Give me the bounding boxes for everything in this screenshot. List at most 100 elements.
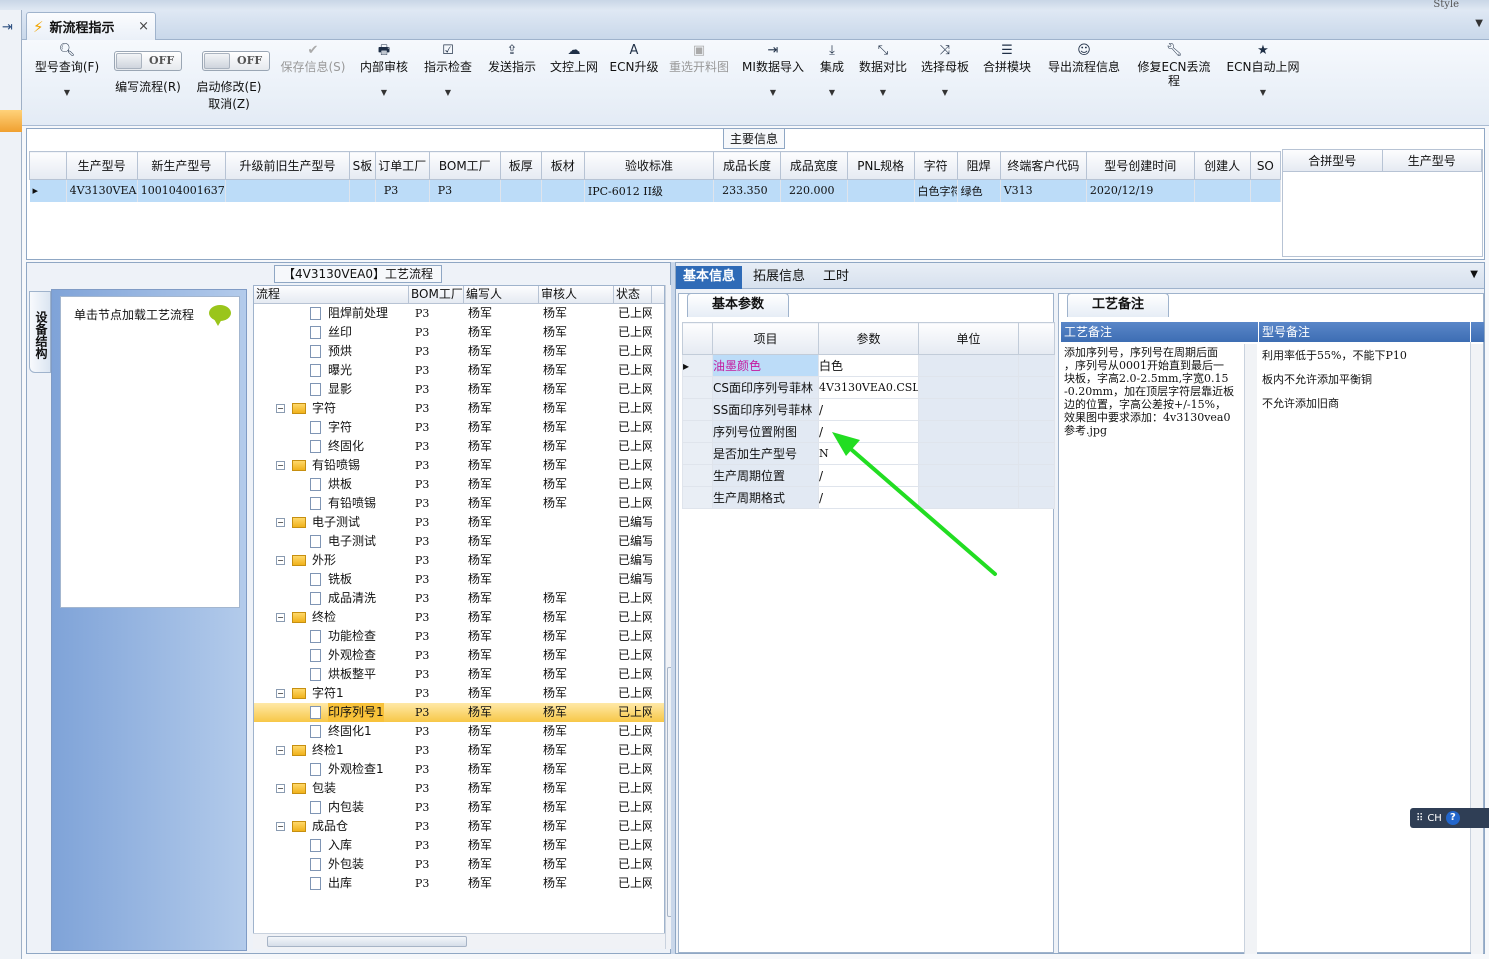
instruction-check-button[interactable]: ☑ 指示检查 ▼: [420, 44, 476, 100]
exit-icon[interactable]: ⇥: [2, 20, 13, 35]
collapse-toggle-icon[interactable]: −: [276, 556, 285, 565]
param-unit[interactable]: [918, 398, 1019, 421]
tree-node[interactable]: 阻焊前处理 P3 杨军 杨军 已上网: [254, 304, 664, 323]
param-row[interactable]: 生产周期位置 /: [682, 464, 1055, 487]
tree-node[interactable]: 终固化1 P3 杨军 杨军 已上网: [254, 722, 664, 741]
send-button[interactable]: ⇪ 发送指示: [484, 44, 540, 75]
chevron-down-icon[interactable]: ▼: [32, 86, 102, 100]
tree-node[interactable]: − 外形 P3 杨军 已编写: [254, 551, 664, 570]
process-notes-text[interactable]: 添加序列号，序列号在周期后面 ，序列号从0001开始直到最后一 块板，字高2.0-2…: [1061, 344, 1245, 954]
tree-node[interactable]: 出库 P3 杨军 杨军 已上网: [254, 874, 664, 893]
table-cell[interactable]: [349, 179, 376, 202]
collapse-toggle-icon[interactable]: −: [276, 784, 285, 793]
column-header[interactable]: 新生产型号: [136, 151, 227, 180]
tree-node[interactable]: − 字符1 P3 杨军 杨军 已上网: [254, 684, 664, 703]
column-header[interactable]: 升级前旧生产型号: [225, 151, 350, 180]
tree-node[interactable]: 功能检查 P3 杨军 杨军 已上网: [254, 627, 664, 646]
model-notes-scrollbar[interactable]: [1471, 344, 1483, 954]
tree-node[interactable]: − 有铅喷锡 P3 杨军 杨军 已上网: [254, 456, 664, 475]
column-header[interactable]: BOM工厂: [428, 151, 501, 180]
param-value[interactable]: /: [818, 464, 919, 487]
write-flow-toggle[interactable]: OFF: [114, 51, 182, 71]
data-compare-button[interactable]: ⤡ 数据对比 ▼: [856, 44, 910, 100]
param-unit[interactable]: [918, 486, 1019, 509]
table-cell[interactable]: [500, 179, 542, 202]
integrate-button[interactable]: ⤓ 集成 ▼: [812, 44, 852, 100]
tree-node[interactable]: 铣板 P3 杨军 已编写: [254, 570, 664, 589]
collapse-toggle-icon[interactable]: −: [276, 746, 285, 755]
internal-review-button[interactable]: 🖶 内部审核 ▼: [356, 44, 412, 100]
param-row[interactable]: 是否加生产型号 N: [682, 442, 1055, 465]
tab-new-flow[interactable]: ⚡ 新流程指示 ×: [26, 12, 156, 40]
tree-node[interactable]: 电子测试 P3 杨军 已编写: [254, 532, 664, 551]
close-icon[interactable]: ×: [138, 19, 149, 34]
ecn-upgrade-button[interactable]: A ECN升级: [608, 44, 660, 75]
notes-scrollbar[interactable]: [1245, 344, 1257, 954]
table-cell[interactable]: [225, 179, 350, 202]
tab-work-hours[interactable]: 工时: [816, 266, 856, 289]
save-button[interactable]: ✔ 保存信息(S): [276, 44, 350, 75]
tree-node[interactable]: 预烘 P3 杨军 杨军 已上网: [254, 342, 664, 361]
ime-bar[interactable]: ⠿ CH ?: [1410, 808, 1489, 828]
table-cell[interactable]: [1194, 179, 1251, 202]
column-header[interactable]: 编写人: [464, 286, 539, 303]
query-button[interactable]: 🔍︎ 型号查询(F) ▼: [32, 44, 102, 100]
collapse-toggle-icon[interactable]: −: [276, 613, 285, 622]
column-header[interactable]: 阻焊: [956, 151, 1001, 180]
table-cell[interactable]: 220.000: [780, 179, 848, 202]
collapse-toggle-icon[interactable]: −: [276, 822, 285, 831]
param-row[interactable]: SS面印序列号菲林 /: [682, 398, 1055, 421]
column-header[interactable]: 创建人: [1193, 151, 1251, 180]
tree-node[interactable]: 丝印 P3 杨军 杨军 已上网: [254, 323, 664, 342]
style-menu[interactable]: Style: [1433, 0, 1459, 10]
tree-node[interactable]: 曝光 P3 杨军 杨军 已上网: [254, 361, 664, 380]
collapse-toggle-icon[interactable]: −: [276, 461, 285, 470]
tree-node[interactable]: 有铅喷锡 P3 杨军 杨军 已上网: [254, 494, 664, 513]
column-header[interactable]: 验收标准: [583, 151, 715, 180]
column-header[interactable]: S板: [348, 151, 376, 180]
tree-node[interactable]: 烘板 P3 杨军 杨军 已上网: [254, 475, 664, 494]
chevron-down-icon[interactable]: ▼: [1475, 18, 1483, 29]
cancel-button[interactable]: 取消(Z): [192, 95, 266, 112]
column-header[interactable]: 型号创建时间: [1085, 151, 1195, 180]
column-header[interactable]: 合拼型号: [1283, 150, 1383, 171]
model-notes-text[interactable]: 利用率低于55%，不能下P10 板内不允许添加平衡铜 不允许添加旧商: [1259, 342, 1471, 952]
table-cell[interactable]: 2020/12/19: [1086, 179, 1195, 202]
param-value[interactable]: 白色: [818, 354, 919, 377]
column-header[interactable]: 单位: [918, 322, 1019, 355]
param-value[interactable]: /: [818, 420, 919, 443]
table-cell[interactable]: IPC-6012 II级: [584, 179, 715, 202]
tab-basic-info[interactable]: 基本信息: [676, 266, 743, 289]
tree-node[interactable]: 终固化 P3 杨军 杨军 已上网: [254, 437, 664, 456]
param-row[interactable]: ▸ 油墨颜色 白色: [682, 354, 1055, 377]
chevron-down-icon[interactable]: ▼: [740, 86, 806, 100]
table-cell[interactable]: [1250, 179, 1282, 202]
tree-node[interactable]: 外包装 P3 杨军 杨军 已上网: [254, 855, 664, 874]
chevron-down-icon[interactable]: ▼: [1226, 86, 1300, 100]
table-cell[interactable]: 白色字符: [914, 179, 958, 202]
column-header[interactable]: 流程: [254, 286, 409, 303]
column-header[interactable]: 工艺备注: [1061, 322, 1259, 342]
tree-node[interactable]: 印序列号1 P3 杨军 杨军 已上网: [254, 703, 664, 722]
tree-horizontal-scrollbar[interactable]: [253, 933, 665, 949]
column-header[interactable]: 型号备注: [1259, 322, 1471, 342]
column-header[interactable]: 生产型号: [65, 151, 138, 180]
nav-marker[interactable]: [0, 110, 22, 132]
column-header[interactable]: 审核人: [539, 286, 614, 303]
tree-node[interactable]: 外观检查1 P3 杨军 杨军 已上网: [254, 760, 664, 779]
param-row[interactable]: 序列号位置附图 /: [682, 420, 1055, 443]
column-header[interactable]: 订单工厂: [374, 151, 430, 180]
param-unit[interactable]: [918, 354, 1019, 377]
param-value[interactable]: 4V3130VEA0.CSLSH: [818, 376, 919, 399]
chevron-down-icon[interactable]: ▼: [356, 86, 412, 100]
tree-node[interactable]: 内包装 P3 杨军 杨军 已上网: [254, 798, 664, 817]
column-header[interactable]: 状态: [614, 286, 652, 303]
param-unit[interactable]: [918, 464, 1019, 487]
param-unit[interactable]: [918, 442, 1019, 465]
tree-node[interactable]: − 成品仓 P3 杨军 杨军 已上网: [254, 817, 664, 836]
help-icon[interactable]: ?: [1445, 811, 1460, 825]
reselect-drawing-button[interactable]: ▣ 重选开料图: [666, 44, 732, 75]
chevron-down-icon[interactable]: ▼: [856, 86, 910, 100]
param-value[interactable]: N: [818, 442, 919, 465]
table-cell[interactable]: [541, 179, 585, 202]
